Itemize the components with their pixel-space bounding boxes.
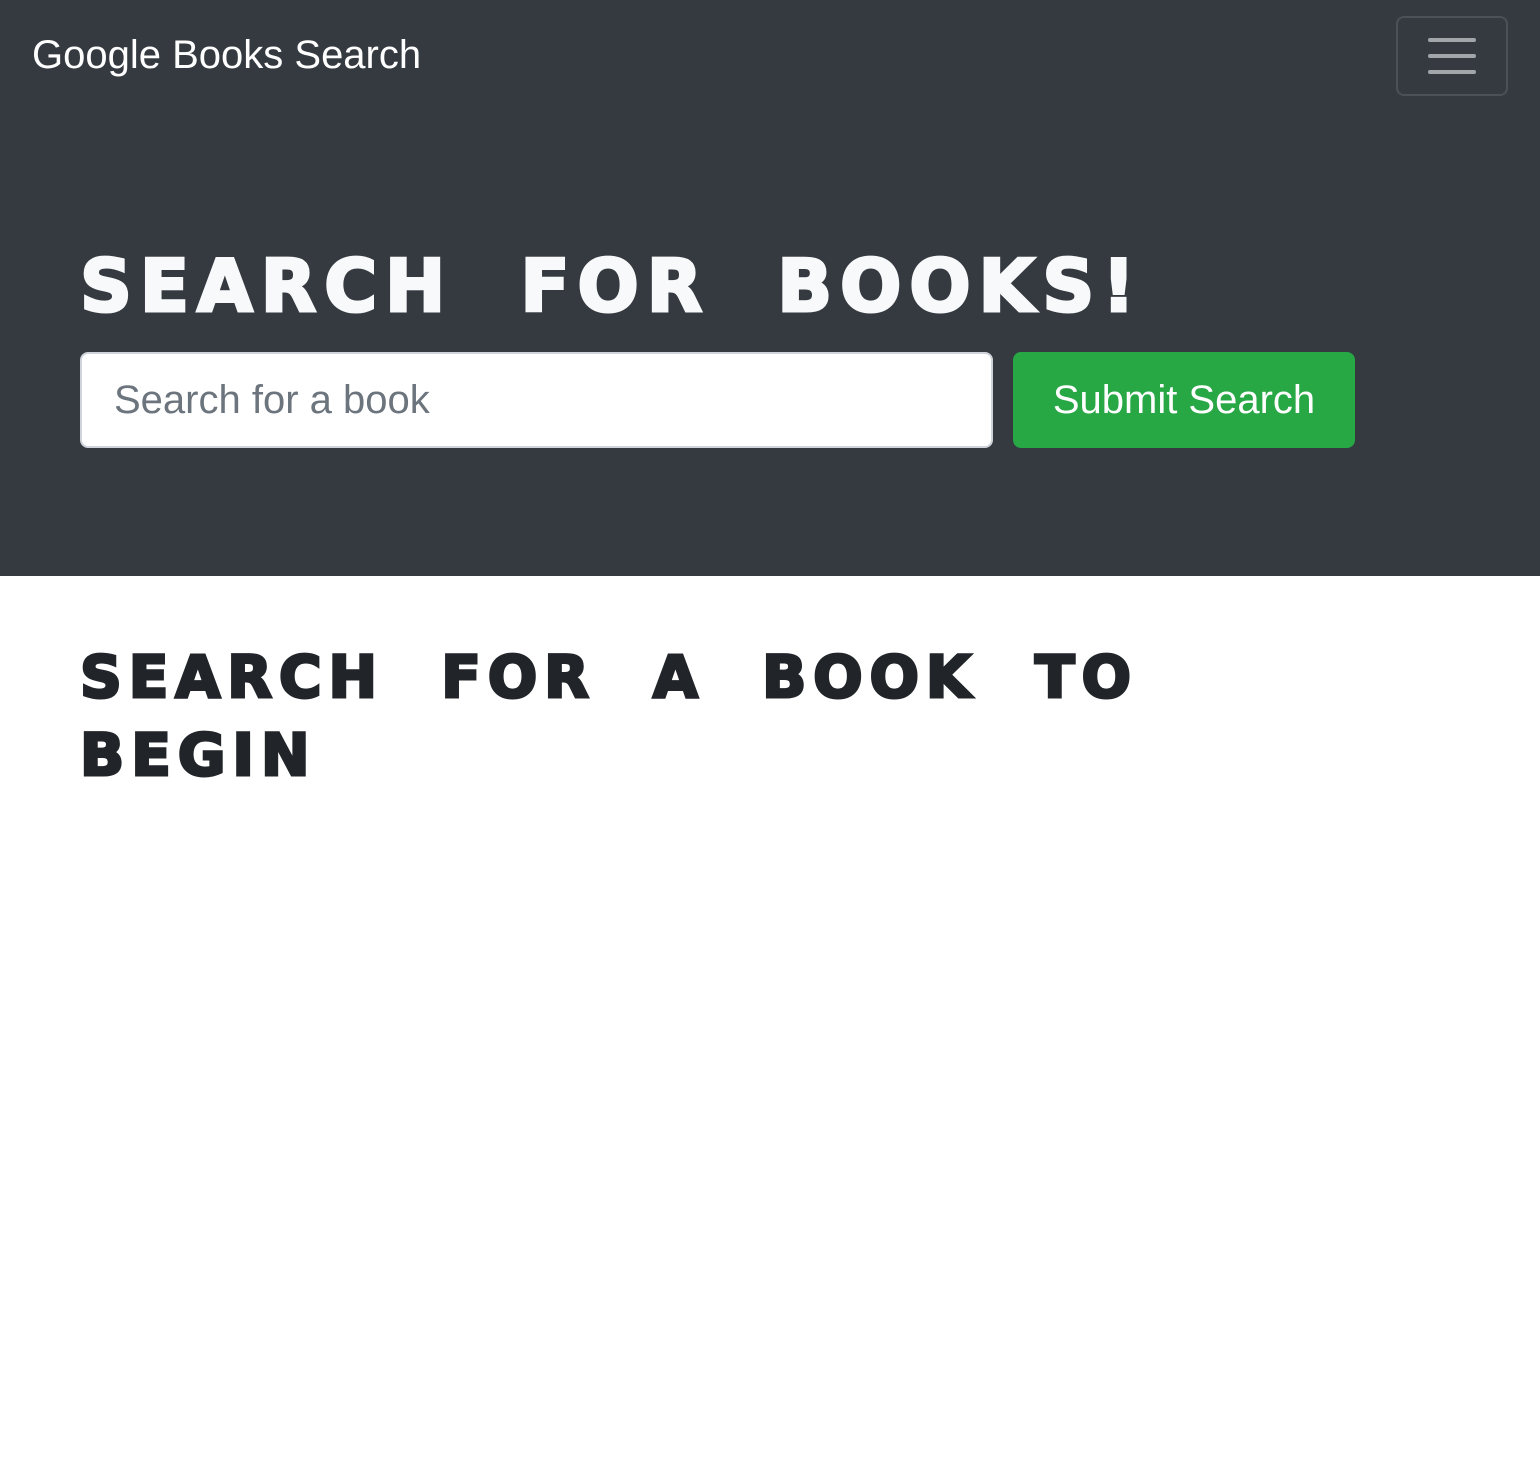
submit-search-button[interactable]: Submit Search [1013,352,1355,448]
hamburger-menu-icon [1428,38,1476,74]
navbar-brand-link[interactable]: Google Books Search [32,30,421,80]
navbar-toggler-button[interactable] [1396,16,1508,96]
search-hero: SEARCH FOR BOOKS! Submit Search [0,112,1540,576]
page-title: SEARCH FOR BOOKS! [78,243,1144,330]
results-section: SEARCH FOR A BOOK TO BEGIN [0,576,1540,1464]
search-input[interactable] [80,352,993,448]
navbar: Google Books Search [0,0,1540,112]
results-empty-message: SEARCH FOR A BOOK TO BEGIN [79,642,1138,791]
